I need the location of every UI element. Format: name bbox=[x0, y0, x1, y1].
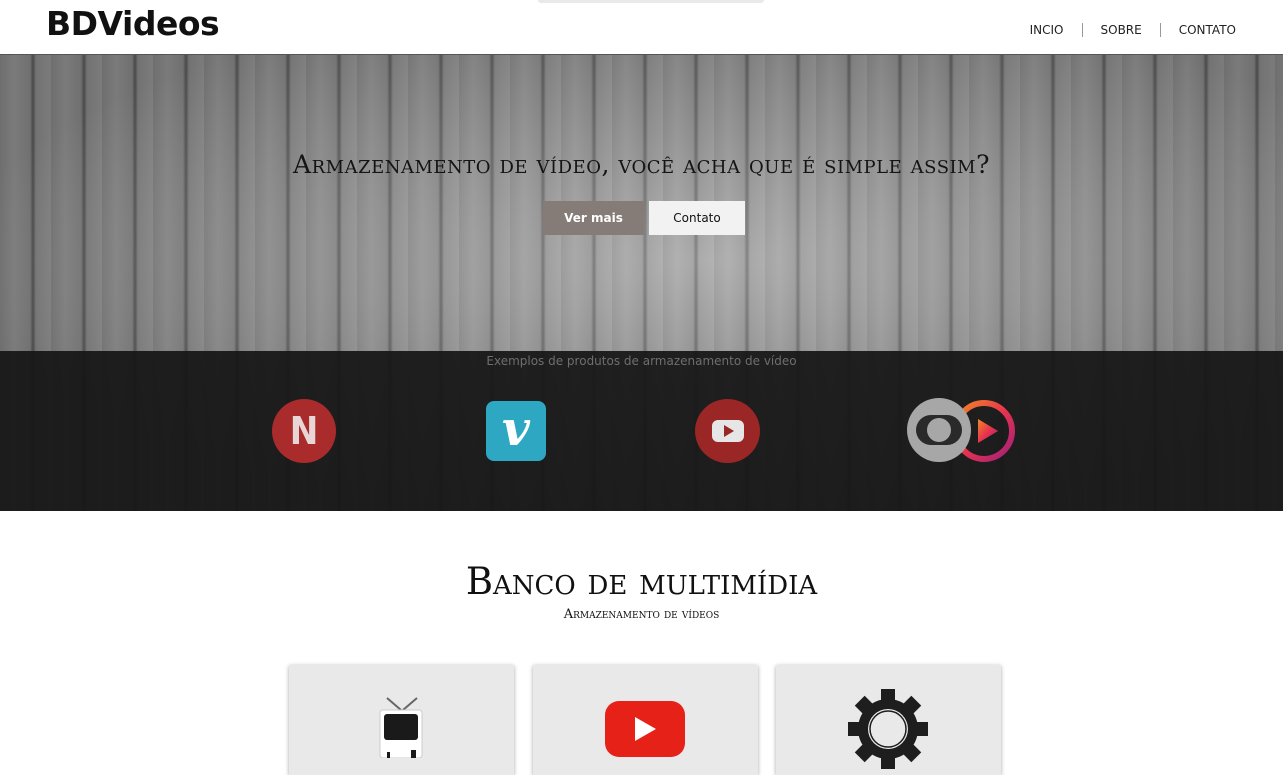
top-header: BDVideos INCIO SOBRE CONTATO bbox=[0, 0, 1283, 55]
nav-sobre-link[interactable]: SOBRE bbox=[1083, 23, 1160, 37]
youtube-icon-play bbox=[724, 425, 734, 437]
section-subtitle: Armazenamento de vídeos bbox=[563, 607, 720, 622]
youtube-play-icon bbox=[605, 701, 685, 757]
hero-title: Armazenamento de vídeo, você acha que é … bbox=[293, 150, 990, 179]
hero-buttons: Ver mais Contato bbox=[543, 201, 745, 235]
feature-card-tv[interactable] bbox=[289, 665, 514, 775]
examples-strip: Exemplos de produtos de armazenamento de… bbox=[0, 351, 1283, 511]
tv-icon bbox=[379, 697, 423, 758]
header-tab-shadow bbox=[538, 0, 764, 3]
globoplay-icon[interactable] bbox=[906, 398, 1018, 464]
section-title: Banco de multimídia bbox=[465, 560, 818, 603]
nav-contato-link[interactable]: CONTATO bbox=[1161, 23, 1236, 37]
feature-card-youtube[interactable] bbox=[533, 665, 758, 775]
hero-section: Armazenamento de vídeo, você acha que é … bbox=[0, 55, 1283, 511]
vimeo-letter: v bbox=[502, 401, 530, 457]
contato-button[interactable]: Contato bbox=[649, 201, 745, 235]
main-nav: INCIO SOBRE CONTATO bbox=[1012, 23, 1236, 37]
netflix-icon[interactable]: N bbox=[272, 399, 336, 463]
netflix-letter: N bbox=[289, 409, 319, 453]
feature-card-settings[interactable] bbox=[776, 665, 1001, 775]
youtube-icon[interactable] bbox=[695, 399, 760, 463]
gear-icon bbox=[848, 689, 928, 769]
vimeo-icon[interactable]: v bbox=[486, 401, 546, 461]
nav-inicio-link[interactable]: INCIO bbox=[1012, 23, 1082, 37]
site-logo[interactable]: BDVideos bbox=[46, 4, 220, 43]
ver-mais-button[interactable]: Ver mais bbox=[543, 201, 644, 235]
examples-caption: Exemplos de produtos de armazenamento de… bbox=[486, 354, 797, 368]
